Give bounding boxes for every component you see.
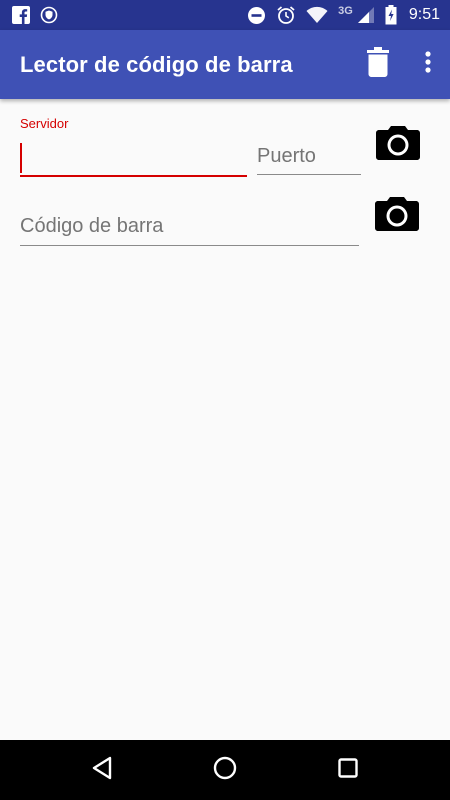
battery-charging-icon	[385, 5, 397, 25]
scan-server-camera-button[interactable]	[374, 125, 422, 165]
signal-icon	[357, 6, 375, 24]
facebook-icon	[12, 6, 30, 24]
recents-icon	[338, 757, 359, 783]
recents-button[interactable]	[318, 740, 378, 800]
scan-barcode-camera-button[interactable]	[373, 196, 421, 236]
back-icon	[91, 756, 113, 785]
barcode-input[interactable]: Código de barra	[20, 211, 359, 246]
server-label: Servidor	[20, 116, 69, 131]
home-icon	[213, 756, 237, 785]
status-left	[12, 6, 58, 24]
home-button[interactable]	[195, 740, 255, 800]
app-title: Lector de código de barra	[20, 51, 293, 77]
delete-button[interactable]	[354, 41, 402, 89]
status-bar: 3G 9:51	[0, 0, 450, 30]
navigation-bar	[0, 740, 450, 800]
overflow-menu-button[interactable]	[406, 41, 450, 89]
port-input[interactable]: Puerto	[257, 141, 361, 175]
status-right: 3G 9:51	[247, 5, 440, 25]
camera-icon	[376, 125, 420, 165]
status-clock: 9:51	[408, 6, 440, 23]
server-input[interactable]	[20, 141, 247, 177]
wifi-icon	[306, 6, 328, 24]
main-content: Servidor Puerto Código de barra	[0, 99, 450, 740]
text-cursor	[20, 143, 22, 173]
camera-icon	[374, 196, 420, 236]
trash-icon	[367, 47, 389, 82]
vpn-shield-icon	[40, 6, 58, 24]
app-bar: Lector de código de barra	[0, 30, 450, 99]
alarm-icon	[276, 5, 296, 25]
back-button[interactable]	[72, 740, 132, 800]
network-type-label: 3G	[338, 5, 353, 17]
more-vert-icon	[425, 51, 431, 78]
do-not-disturb-icon	[247, 6, 266, 25]
